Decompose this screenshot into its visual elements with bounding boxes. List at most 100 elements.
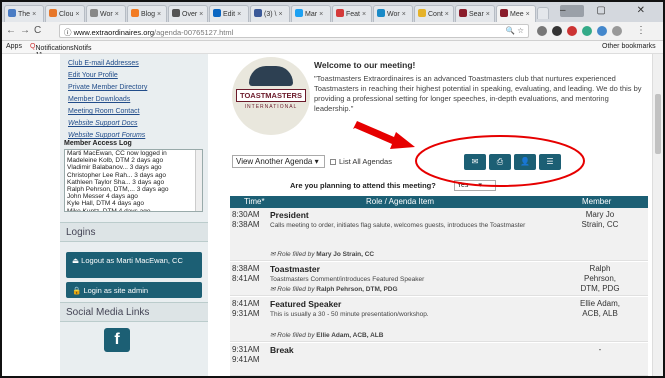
tab-close-icon[interactable]: × [237,11,241,18]
scroll-thumb[interactable] [655,94,661,154]
extension-icon[interactable] [612,26,622,36]
logo-text: TOASTMASTERS [236,89,306,102]
tab-label: Wor [387,11,400,18]
tab-close-icon[interactable]: × [362,11,366,18]
window-controls[interactable]: – ▢ ✕ [560,5,659,16]
back-icon[interactable]: ← [6,25,16,36]
admin-login-button[interactable]: 🔒 Login as site admin [66,282,202,298]
tab-label: Edit [223,11,236,18]
tab-label: Mee [510,11,524,18]
browser-tab[interactable]: Wor × [373,5,413,22]
extension-icon[interactable] [567,26,577,36]
address-toolbar: ← → C ⓘ www.extraordinaires.org/agenda-0… [2,22,663,41]
agenda-role-title: President [270,210,309,220]
toastmasters-logo: TOASTMASTERS INTERNATIONAL [232,57,310,135]
role-filled-member: Ellie Adam, ACB, ALB [316,332,384,339]
access-log-entry: Kyle Hall, DTM 4 days ago [67,200,144,208]
browser-tab[interactable]: Sear × [455,5,495,22]
notifications-bookmark[interactable]: Q NotificationsNotifs 11 [30,43,91,59]
browser-tab[interactable]: Blog × [127,5,167,22]
browser-tab[interactable]: Cont × [414,5,454,22]
extension-icon[interactable] [582,26,592,36]
sidebar-link[interactable]: Club E-mail Addresses [68,58,208,70]
address-bar[interactable]: ⓘ www.extraordinaires.org/agenda-0076512… [59,24,529,38]
extension-icon[interactable] [597,26,607,36]
agenda-role-title: Featured Speaker [270,299,342,309]
tab-close-icon[interactable]: × [319,11,323,18]
tab-close-icon[interactable]: × [526,11,530,18]
welcome-text: "Toastmasters Extraordinaires is an adva… [314,74,642,113]
list-all-agendas-checkbox[interactable]: List All Agendas [330,157,392,166]
tab-close-icon[interactable]: × [32,11,36,18]
attend-select[interactable]: Yes ▾ [454,180,496,191]
reload-icon[interactable]: C [34,25,41,36]
menu-icon[interactable]: ⋮ [636,25,646,36]
role-header: Role / Agenda Item [366,197,435,206]
print-button[interactable]: ⎙ [489,154,511,170]
tab-close-icon[interactable]: × [445,11,449,18]
browser-tab[interactable]: Feat × [332,5,372,22]
logout-label: Logout as Marti MacEwan, CC [81,256,183,265]
new-tab-button[interactable] [537,7,549,19]
role-filled-by: ✉ Role filled by Ralph Pehrson, DTM, PDG [270,285,398,293]
twitter-icon [295,9,303,17]
agenda-member: Ellie Adam, ACB, ALB [579,299,621,318]
access-log-list[interactable]: Marti MacEwan, CC now logged in Madeleine… [64,149,203,212]
tab-close-icon[interactable]: × [278,11,282,18]
tab-label: Cont [428,11,443,18]
agenda-role-description: Toastmasters Comment/introduces Featured… [270,276,425,283]
role-filled-by: ✉ Role filled by Ellie Adam, ACB, ALB [270,331,383,339]
wordpress-icon [90,9,98,17]
agenda-row: 8:38AM 8:41AM Toastmaster Toastmasters Com… [230,262,648,296]
role-filled-prefix: Role filled by [277,251,315,258]
browser-tab[interactable]: Wor × [86,5,126,22]
tab-label: Over [182,11,198,18]
tab-close-icon[interactable]: × [75,11,79,18]
extension-icon[interactable] [552,26,562,36]
browser-tab[interactable]: Edit × [209,5,249,22]
agenda-member: - [598,345,602,354]
facebook-icon[interactable]: f [104,328,130,352]
browser-tab[interactable]: The × [4,5,44,22]
tab-close-icon[interactable]: × [157,11,161,18]
forward-icon[interactable]: → [20,25,30,36]
sidebar-link[interactable]: Edit Your Profile [68,70,208,82]
browser-tab[interactable]: Mar × [291,5,331,22]
access-log-entry: Mike Kuntz, DTM 4 days ago [67,207,151,212]
access-log-entry: Madeleine Kolb, DTM 2 days ago [67,157,164,165]
list-button[interactable]: ☰ [539,154,561,170]
support-link[interactable]: Website Support Docs [68,118,208,130]
info-icon[interactable]: ⓘ [64,28,74,37]
browser-tab[interactable]: (3) \ × [250,5,290,22]
access-log-scrollbar[interactable] [195,150,202,211]
bookmark-star-icon[interactable]: 🔍 ☆ [506,26,524,35]
agenda-select[interactable]: View Another Agenda ▾ [232,155,325,168]
feature-icon [336,9,344,17]
person-icon: 👤 [520,157,530,166]
sidebar-link[interactable]: Private Member Directory [68,82,208,94]
browser-tab[interactable]: Mee × [496,5,536,22]
logout-button[interactable]: ⏏ Logout as Marti MacEwan, CC [66,252,202,278]
other-bookmarks[interactable]: Other bookmarks [602,43,656,50]
person-button[interactable]: 👤 [514,154,536,170]
tab-close-icon[interactable]: × [402,11,406,18]
tab-close-icon[interactable]: × [199,11,203,18]
sidebar-link[interactable]: Meeting Room Contact [68,106,208,118]
extension-icon[interactable] [537,26,547,36]
sidebar-link[interactable]: Member Downloads [68,94,208,106]
apps-bookmark[interactable]: Apps [6,43,22,50]
browser-tab[interactable]: Clou × [45,5,85,22]
agenda-role-title: Toastmaster [270,264,320,274]
role-filled-prefix: Role filled by [277,286,315,293]
sidebar: Club E-mail Addresses Edit Your Profile Pr… [60,54,208,376]
admin-login-label: Login as site admin [83,286,149,295]
agenda-time: 9:31AM 9:41AM [232,345,260,364]
email-button[interactable]: ✉ [464,154,486,170]
access-log-entry: Marti MacEwan, CC now logged in [67,150,167,157]
blogger-icon [131,9,139,17]
access-log-entry: Ralph Pehrson, DTM,... 3 days ago [67,186,169,194]
tab-close-icon[interactable]: × [486,11,490,18]
browser-tab[interactable]: Over × [168,5,208,22]
tab-close-icon[interactable]: × [115,11,119,18]
page-scrollbar[interactable] [652,54,663,376]
